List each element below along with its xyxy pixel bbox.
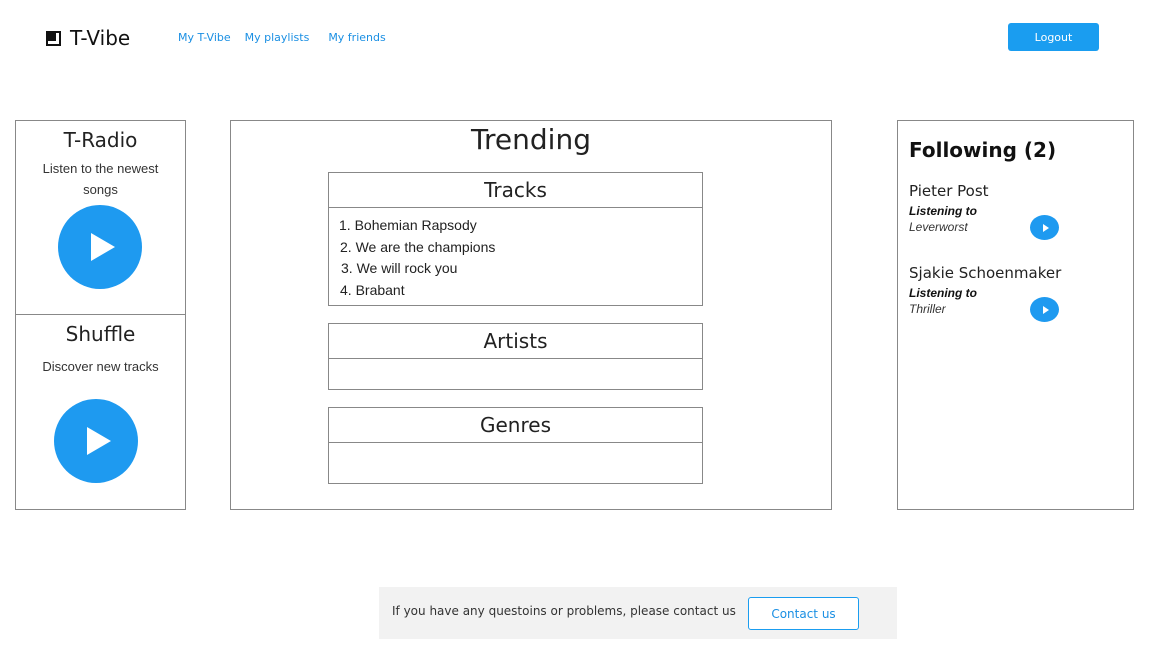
friend-name[interactable]: Sjakie Schoenmaker [909,264,1124,282]
trending-title: Trending [471,123,591,156]
track-item[interactable]: 2. We are the champions [339,237,702,259]
t-radio-description: Listen to the newest songs [42,161,159,197]
following-panel: Following (2) Pieter Post Listening to L… [897,120,1134,510]
track-item[interactable]: 1. Bohemian Rapsody [339,215,702,237]
t-radio-section: T-Radio Listen to the newest songs [16,121,185,315]
play-icon [1042,305,1049,314]
friend-item: Pieter Post Listening to Leverworst [909,182,1124,240]
artists-box: Artists [328,323,703,390]
footer: If you have any questoins or problems, p… [379,587,897,639]
logo-icon [46,30,61,46]
t-radio-title: T-Radio [63,128,138,152]
tracks-heading: Tracks [329,173,702,208]
listening-label: Listening to [909,286,977,300]
tracks-list: 1. Bohemian Rapsody 2. We are the champi… [329,208,702,301]
nav-link-my-playlists[interactable]: My playlists [245,31,310,44]
logout-button[interactable]: Logout [1008,23,1099,51]
shuffle-section: Shuffle Discover new tracks [16,315,185,509]
friend-play-button[interactable] [1030,215,1059,240]
friend-play-button[interactable] [1030,297,1059,322]
friend-name[interactable]: Pieter Post [909,182,1124,200]
contact-us-button[interactable]: Contact us [748,597,859,630]
friend-item: Sjakie Schoenmaker Listening to Thriller [909,264,1124,322]
left-panel: T-Radio Listen to the newest songs Shuff… [15,120,186,510]
listening-track: Leverworst [909,220,968,234]
following-title: Following (2) [909,138,1057,162]
artists-heading: Artists [329,324,702,359]
shuffle-title: Shuffle [65,322,136,346]
play-icon [91,233,115,261]
nav-link-my-tvibe[interactable]: My T-Vibe [178,31,231,44]
play-icon [1042,223,1049,232]
play-icon [87,427,111,455]
listening-track: Thriller [909,302,946,316]
main-nav: My T-Vibe My playlists My friends [178,31,386,44]
trending-panel: Trending Tracks 1. Bohemian Rapsody 2. W… [230,120,832,510]
footer-text: If you have any questoins or problems, p… [392,604,736,618]
logo-text: T-Vibe [70,26,131,50]
nav-link-my-friends[interactable]: My friends [328,31,385,44]
listening-label: Listening to [909,204,977,218]
tracks-box: Tracks 1. Bohemian Rapsody 2. We are the… [328,172,703,306]
shuffle-description: Discover new tracks [42,359,159,374]
genres-heading: Genres [329,408,702,443]
track-item[interactable]: 3. We will rock you [339,258,702,280]
genres-box: Genres [328,407,703,484]
logo[interactable]: T-Vibe [46,26,130,50]
t-radio-play-button[interactable] [58,205,142,289]
shuffle-play-button[interactable] [54,399,138,483]
track-item[interactable]: 4. Brabant [339,280,702,302]
